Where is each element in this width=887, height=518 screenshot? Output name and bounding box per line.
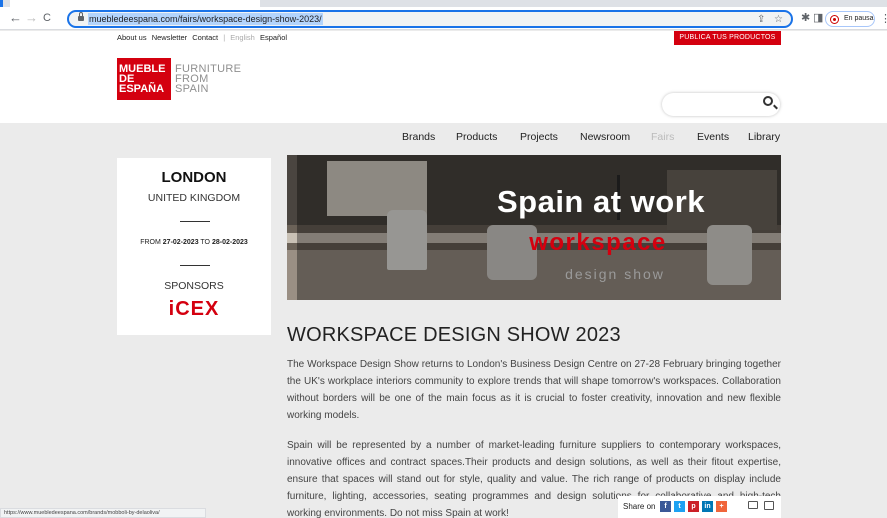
avatar <box>830 15 839 24</box>
event-country: UNITED KINGDOM <box>147 192 241 204</box>
share-label: Share on <box>623 502 656 511</box>
extension-puzzle-icon[interactable]: ✱ <box>801 12 810 24</box>
search-icon[interactable] <box>763 96 773 106</box>
logo-wordmark: FURNITURE FROM SPAIN <box>175 63 242 95</box>
profile-status: En pausa <box>844 15 874 22</box>
link-english[interactable]: English <box>230 33 255 42</box>
utility-links: About us Newsletter Contact | English Es… <box>117 32 290 44</box>
window-edge <box>0 0 3 7</box>
lock-icon[interactable] <box>78 12 84 22</box>
sponsor-logo[interactable]: iCEX <box>117 298 271 321</box>
browser-toolbar: ← → C muebledeespana.com/fairs/workspace… <box>0 0 887 30</box>
address-bar[interactable]: muebledeespana.com/fairs/workspace-desig… <box>67 10 793 28</box>
back-button[interactable]: ← <box>9 11 22 25</box>
hero-banner-image: Spain at work workspace design show <box>287 155 781 300</box>
hero-title: Spain at work <box>496 184 706 219</box>
divider <box>180 265 210 266</box>
link-status-bar: https://www.muebledeespana.com/brands/mo… <box>0 508 206 518</box>
reload-button[interactable]: C <box>43 11 51 25</box>
utility-bar: About us Newsletter Contact | English Es… <box>0 31 887 45</box>
site-logo[interactable]: MUEBLE DE ESPAÑA FURNITURE FROM SPAIN <box>117 58 241 100</box>
divider <box>180 221 210 222</box>
nav-library[interactable]: Library <box>748 131 780 143</box>
web-page: About us Newsletter Contact | English Es… <box>0 31 887 518</box>
link-newsletter[interactable]: Newsletter <box>152 33 187 42</box>
nav-projects[interactable]: Projects <box>520 131 558 143</box>
nav-fairs[interactable]: Fairs <box>651 131 674 143</box>
event-dates: FROM 27-02-2023 TO 28-02-2023 <box>140 239 248 246</box>
facebook-icon[interactable]: f <box>660 501 671 512</box>
url-text[interactable]: muebledeespana.com/fairs/workspace-desig… <box>88 13 323 25</box>
site-search-input[interactable] <box>662 93 780 116</box>
twitter-icon[interactable]: t <box>674 501 685 512</box>
browser-menu-icon[interactable]: ⋮ <box>880 12 887 25</box>
link-separator: | <box>223 33 226 42</box>
linkedin-icon[interactable]: in <box>702 501 713 512</box>
side-panel-icon[interactable]: ◨ <box>813 12 823 24</box>
share-page-icon[interactable]: ⇪ <box>757 14 765 26</box>
nav-brands[interactable]: Brands <box>402 131 435 143</box>
link-about-us[interactable]: About us <box>117 33 147 42</box>
plus-icon[interactable]: + <box>716 501 727 512</box>
main-navigation: Brands Products Projects Newsroom Fairs … <box>0 131 887 145</box>
email-icon[interactable] <box>748 501 758 509</box>
event-city: LONDON <box>161 169 227 186</box>
hero-subtitle: workspace <box>529 229 667 256</box>
share-bar: Share on f t p in + <box>618 496 781 518</box>
nav-events[interactable]: Events <box>697 131 729 143</box>
print-icon[interactable] <box>764 501 774 510</box>
publish-products-button[interactable]: PUBLICA TUS PRODUCTOS <box>674 31 781 45</box>
article-paragraph: The Workspace Design Show returns to Lon… <box>287 359 781 421</box>
article-title: WORKSPACE DESIGN SHOW 2023 <box>287 324 621 346</box>
active-tab[interactable] <box>10 0 260 7</box>
link-contact[interactable]: Contact <box>192 33 218 42</box>
forward-button[interactable]: → <box>25 11 38 25</box>
pinterest-icon[interactable]: p <box>688 501 699 512</box>
nav-newsroom[interactable]: Newsroom <box>580 131 630 143</box>
nav-products[interactable]: Products <box>456 131 497 143</box>
event-info-card: LONDON UNITED KINGDOM FROM 27-02-2023 TO… <box>117 158 271 335</box>
tab-strip <box>0 0 887 7</box>
profile-button[interactable]: En pausa <box>825 11 875 27</box>
sponsors-label: SPONSORS <box>164 280 224 292</box>
bookmark-star-icon[interactable]: ☆ <box>774 14 783 26</box>
link-espanol[interactable]: Español <box>260 33 287 42</box>
logo-red-block: MUEBLE DE ESPAÑA <box>117 58 171 100</box>
hero-tagline: design show <box>565 266 665 282</box>
